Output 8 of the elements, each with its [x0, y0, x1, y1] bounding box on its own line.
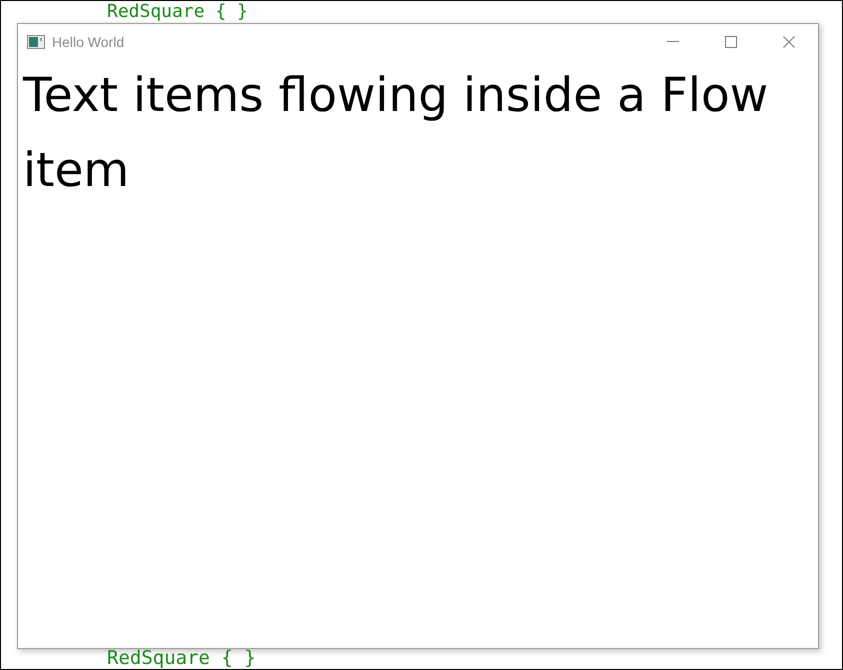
maximize-icon	[725, 36, 737, 48]
code-line: RedSquare { }	[107, 1, 248, 22]
close-icon	[783, 36, 795, 48]
heading-text: Text items flowing inside a Flow item	[23, 67, 770, 200]
window-title: Hello World	[52, 32, 124, 52]
app-icon	[27, 35, 45, 49]
minimize-icon	[667, 41, 679, 43]
code-line: RedSquare { }	[107, 647, 256, 669]
